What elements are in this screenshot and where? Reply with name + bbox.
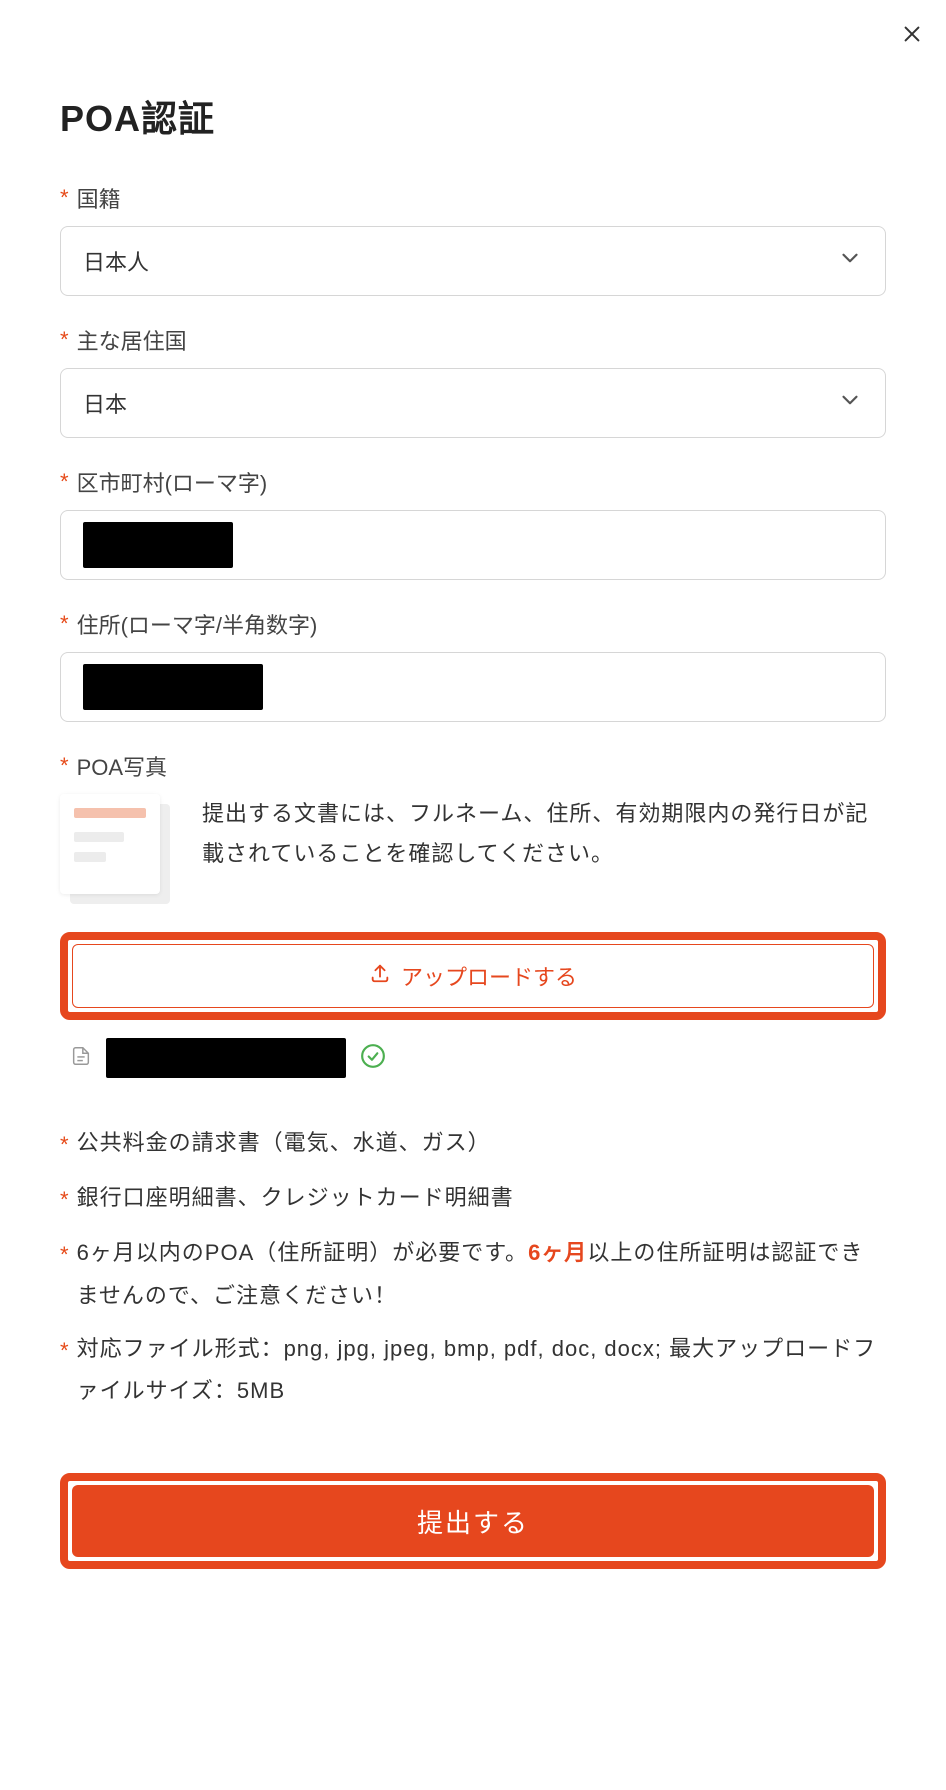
label-text: 主な居住国 bbox=[77, 324, 187, 356]
select-nationality[interactable]: 日本人 bbox=[60, 226, 886, 296]
note-text: 公共料金の請求書（電気、水道、ガス） bbox=[77, 1122, 886, 1165]
chevron-down-icon bbox=[837, 387, 863, 419]
submit-button[interactable]: 提出する bbox=[72, 1485, 874, 1557]
input-city[interactable] bbox=[60, 510, 886, 580]
label-city: * 区市町村(ローマ字) bbox=[60, 466, 886, 498]
required-marker: * bbox=[60, 469, 69, 495]
chevron-down-icon bbox=[837, 245, 863, 277]
required-marker: * bbox=[60, 1234, 69, 1277]
field-address: * 住所(ローマ字/半角数字) bbox=[60, 608, 886, 722]
redacted-value bbox=[83, 664, 263, 710]
label-text: 区市町村(ローマ字) bbox=[77, 466, 268, 498]
upload-button-label: アップロードする bbox=[401, 960, 577, 992]
select-residence[interactable]: 日本 bbox=[60, 368, 886, 438]
poa-photo-description: 提出する文書には、フルネーム、住所、有効期限内の発行日が記載されていることを確認… bbox=[202, 794, 886, 873]
note-line: * 銀行口座明細書、クレジットカード明細書 bbox=[60, 1177, 886, 1222]
close-icon[interactable] bbox=[896, 18, 928, 50]
required-marker: * bbox=[60, 611, 69, 637]
label-residence: * 主な居住国 bbox=[60, 324, 886, 356]
submit-button-label: 提出する bbox=[417, 1503, 529, 1540]
file-icon bbox=[70, 1043, 92, 1074]
required-marker: * bbox=[60, 1179, 69, 1222]
required-marker: * bbox=[60, 327, 69, 353]
select-value: 日本 bbox=[83, 387, 127, 419]
field-poa-photo: * POA写真 提出する文書には、フルネーム、住所、有効期限内の発行日が記載され… bbox=[60, 750, 886, 1078]
label-poa-photo: * POA写真 bbox=[60, 750, 886, 782]
required-marker: * bbox=[60, 753, 69, 779]
label-text: POA写真 bbox=[77, 750, 167, 782]
field-nationality: * 国籍 日本人 bbox=[60, 182, 886, 296]
select-value: 日本人 bbox=[83, 245, 149, 277]
required-marker: * bbox=[60, 1330, 69, 1373]
uploaded-filename-redacted bbox=[106, 1038, 346, 1078]
required-marker: * bbox=[60, 185, 69, 211]
upload-button-highlight: アップロードする bbox=[60, 932, 886, 1020]
note-text: 6ヶ月以内のPOA（住所証明）が必要です。6ヶ月以上の住所証明は認証できませんの… bbox=[77, 1232, 886, 1318]
page-title: POA認証 bbox=[60, 90, 886, 142]
label-nationality: * 国籍 bbox=[60, 182, 886, 214]
field-residence: * 主な居住国 日本 bbox=[60, 324, 886, 438]
note-text: 銀行口座明細書、クレジットカード明細書 bbox=[77, 1177, 886, 1220]
label-text: 国籍 bbox=[77, 182, 121, 214]
input-address[interactable] bbox=[60, 652, 886, 722]
redacted-value bbox=[83, 522, 233, 568]
uploaded-file-row bbox=[60, 1038, 886, 1078]
note-emphasis: 6ヶ月 bbox=[528, 1240, 587, 1265]
required-marker: * bbox=[60, 1124, 69, 1167]
upload-button[interactable]: アップロードする bbox=[72, 944, 874, 1008]
label-address: * 住所(ローマ字/半角数字) bbox=[60, 608, 886, 640]
check-success-icon bbox=[360, 1043, 386, 1074]
note-line: * 対応ファイル形式：png, jpg, jpeg, bmp, pdf, doc… bbox=[60, 1328, 886, 1414]
notes-section: * 公共料金の請求書（電気、水道、ガス） * 銀行口座明細書、クレジットカード明… bbox=[60, 1122, 886, 1413]
label-text: 住所(ローマ字/半角数字) bbox=[77, 608, 318, 640]
note-text: 対応ファイル形式：png, jpg, jpeg, bmp, pdf, doc, … bbox=[77, 1328, 886, 1414]
note-line: * 6ヶ月以内のPOA（住所証明）が必要です。6ヶ月以上の住所証明は認証できませ… bbox=[60, 1232, 886, 1318]
submit-button-highlight: 提出する bbox=[60, 1473, 886, 1569]
upload-icon bbox=[369, 962, 391, 990]
document-icon bbox=[60, 794, 180, 904]
note-line: * 公共料金の請求書（電気、水道、ガス） bbox=[60, 1122, 886, 1167]
field-city: * 区市町村(ローマ字) bbox=[60, 466, 886, 580]
